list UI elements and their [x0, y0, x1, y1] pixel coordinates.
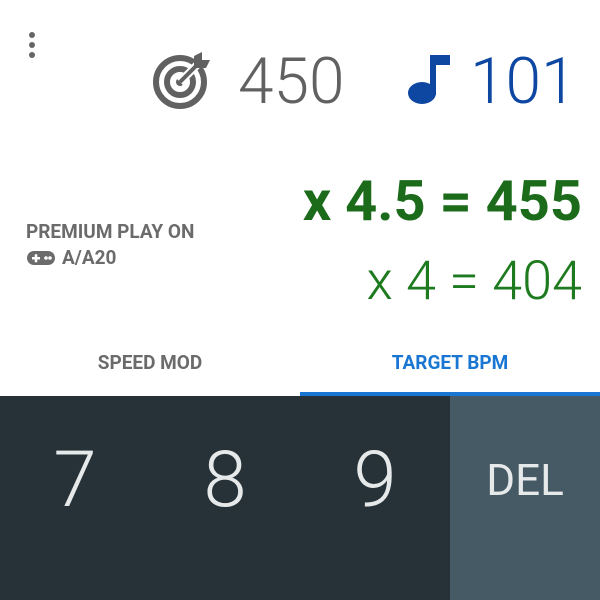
key-9[interactable]: 9 [300, 396, 450, 600]
result-secondary: x 4 = 404 [366, 250, 582, 313]
music-note-icon [408, 55, 450, 104]
premium-play-info: PREMIUM PLAY ON A/A20 [26, 219, 194, 271]
target-icon [153, 52, 210, 109]
header: 450 101 [0, 36, 600, 126]
tab-speed-mod[interactable]: SPEED MOD [0, 328, 300, 396]
delete-button[interactable]: DEL [450, 396, 600, 600]
target-value: 450 [238, 44, 345, 119]
keypad: 7 8 9 DEL [0, 396, 600, 600]
premium-label: PREMIUM PLAY ON [26, 220, 195, 243]
key-8[interactable]: 8 [150, 396, 300, 600]
premium-version: A/A20 [62, 246, 117, 269]
result-primary: x 4.5 = 455 [302, 168, 582, 234]
mode-tabs: SPEED MOD TARGET BPM [0, 328, 600, 396]
key-7[interactable]: 7 [0, 396, 150, 600]
gamepad-icon [27, 251, 55, 265]
tab-target-bpm[interactable]: TARGET BPM [300, 328, 600, 396]
bpm-value: 101 [470, 44, 577, 119]
